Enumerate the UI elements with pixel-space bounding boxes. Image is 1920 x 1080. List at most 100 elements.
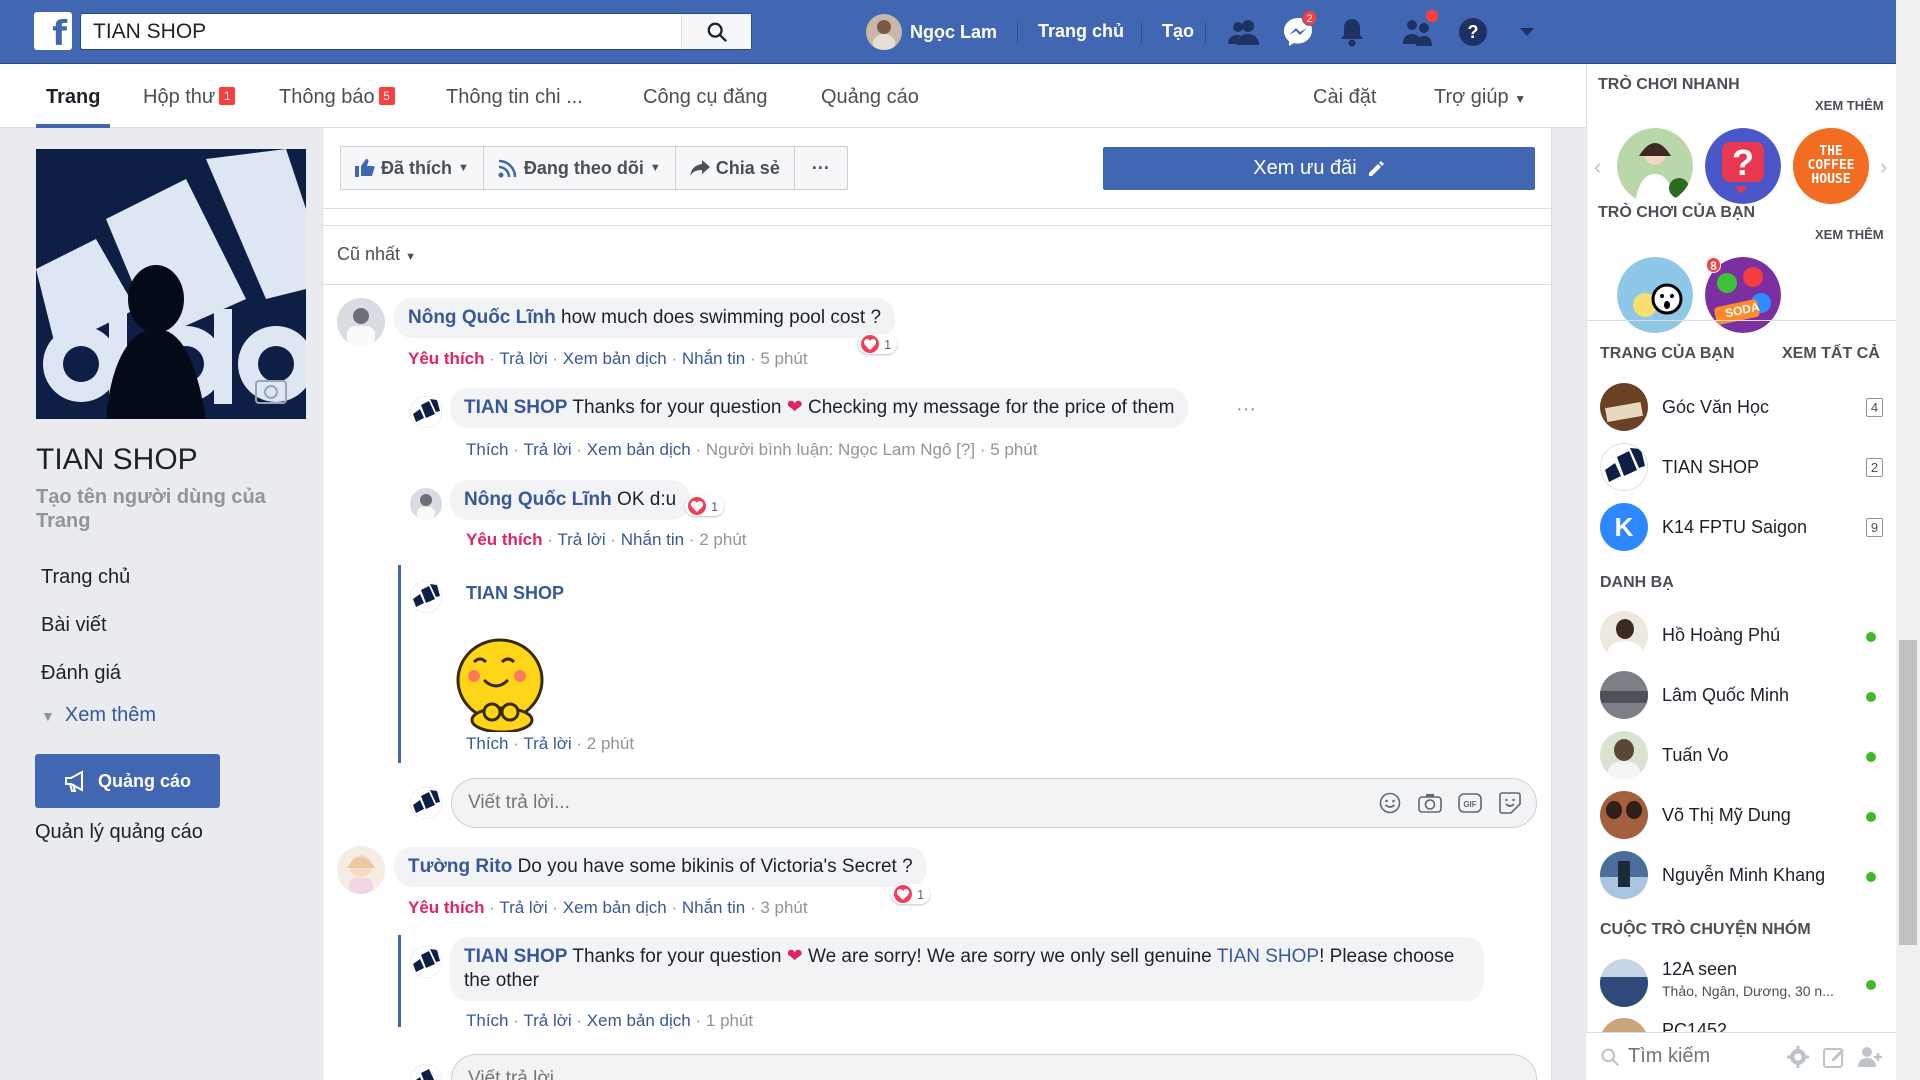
gear-icon[interactable] [1786, 1045, 1810, 1069]
group-chat-item[interactable]: 12A seen Thảo, Ngân, Dương, 30 n... [1600, 959, 1834, 1007]
message-action[interactable]: Nhắn tin [682, 349, 745, 368]
tab-page[interactable]: Trang [36, 64, 111, 128]
share-button[interactable]: Chia sẻ [676, 147, 795, 189]
love-action[interactable]: Yêu thích [466, 530, 543, 549]
contact-item[interactable]: Võ Thị Mỹ Dung [1600, 791, 1791, 839]
contact-item[interactable]: Nguyễn Minh Khang [1600, 851, 1825, 899]
reaction-summary[interactable]: 1 [685, 496, 725, 516]
translate-action[interactable]: Xem bản dịch [563, 898, 667, 917]
see-all-pages-link[interactable]: XEM TẤT CẢ [1782, 345, 1880, 363]
translate-action[interactable]: Xem bản dịch [563, 349, 667, 368]
love-action[interactable]: Yêu thích [408, 898, 485, 917]
tab-help[interactable]: Trợ giúp ▼ [1434, 64, 1526, 128]
contact-item[interactable]: Hồ Hoàng Phú [1600, 611, 1780, 659]
sidebar-page-item[interactable]: TIAN SHOP [1600, 443, 1759, 491]
like-action[interactable]: Thích [466, 440, 509, 459]
game-thumbnail[interactable]: ? [1705, 128, 1781, 204]
reply-action[interactable]: Trả lời [523, 734, 571, 753]
manage-ads-link[interactable]: Quản lý quảng cáo [35, 821, 203, 844]
scrollbar-thumb[interactable] [1899, 640, 1917, 945]
gif-icon[interactable]: GIF [1458, 791, 1482, 815]
emoji-icon[interactable] [1378, 791, 1402, 815]
reply-author-link[interactable]: Nông Quốc Lĩnh [464, 489, 612, 510]
comment-author-link[interactable]: Tường Rito [408, 856, 512, 877]
account-menu-button[interactable] [1509, 14, 1545, 50]
group-chat-item[interactable]: PC1452 [1600, 1018, 1727, 1032]
translate-action[interactable]: Xem bản dịch [587, 1011, 691, 1030]
commenter-avatar[interactable] [410, 488, 442, 520]
message-action[interactable]: Nhắn tin [682, 898, 745, 917]
chat-search-input[interactable] [1628, 1041, 1788, 1071]
comment-author-link[interactable]: Nông Quốc Lĩnh [408, 307, 556, 328]
sticker-icon[interactable] [1498, 791, 1522, 815]
sticker-image[interactable] [452, 632, 552, 734]
search-input[interactable] [81, 14, 681, 49]
reply-timestamp[interactable]: 2 phút [699, 530, 746, 549]
camera-icon[interactable] [1418, 791, 1442, 815]
commenter-avatar[interactable] [337, 846, 385, 894]
reply-action[interactable]: Trả lời [499, 898, 547, 917]
quick-games-see-more[interactable]: XEM THÊM [1815, 98, 1884, 113]
comment-sort-dropdown[interactable]: Cũ nhất ▼ [337, 244, 416, 265]
left-nav-reviews[interactable]: Đánh giá [41, 662, 121, 685]
create-username-link[interactable]: Tạo tên người dùng của Trang [36, 485, 296, 533]
view-offer-button[interactable]: Xem ưu đãi [1103, 147, 1535, 190]
contact-item[interactable]: Tuấn Vo [1600, 731, 1728, 779]
game-thumbnail[interactable] [1617, 257, 1693, 333]
chevron-left-icon[interactable]: ‹ [1594, 154, 1601, 180]
tab-inbox[interactable]: Hộp thư 1 [143, 64, 236, 128]
contact-item[interactable]: Lâm Quốc Minh [1600, 671, 1789, 719]
page-name[interactable]: TIAN SHOP [36, 443, 198, 477]
like-action[interactable]: Thích [466, 1011, 509, 1030]
page-avatar[interactable] [410, 396, 442, 428]
reply-timestamp[interactable]: 1 phút [706, 1011, 753, 1030]
reply-timestamp[interactable]: 5 phút [990, 440, 1037, 459]
sidebar-page-item[interactable]: Góc Văn Học [1600, 383, 1769, 431]
reply-action[interactable]: Trả lời [523, 1011, 571, 1030]
left-nav-posts[interactable]: Bài viết [41, 614, 107, 637]
liked-button[interactable]: Đã thích ▼ [341, 147, 484, 189]
tab-notifications[interactable]: Thông báo 5 [279, 64, 395, 128]
friend-requests-button[interactable] [1226, 14, 1262, 50]
compose-icon[interactable] [1822, 1045, 1846, 1069]
reply-action[interactable]: Trả lời [557, 530, 605, 549]
reply-timestamp[interactable]: 2 phút [587, 734, 634, 753]
love-action[interactable]: Yêu thích [408, 349, 485, 368]
help-link[interactable]: [?] [956, 440, 975, 459]
page-avatar[interactable] [410, 946, 442, 978]
game-thumbnail[interactable] [1617, 128, 1693, 204]
your-games-see-more[interactable]: XEM THÊM [1815, 227, 1884, 242]
notifications-button[interactable] [1334, 14, 1370, 50]
tab-settings[interactable]: Cài đặt [1313, 64, 1376, 128]
reply-author-link[interactable]: TIAN SHOP [464, 397, 567, 418]
following-button[interactable]: Đang theo dõi ▼ [484, 147, 676, 189]
sidebar-page-item[interactable]: K K14 FPTU Saigon [1600, 503, 1807, 551]
tab-ads[interactable]: Quảng cáo [821, 64, 919, 128]
like-action[interactable]: Thích [466, 734, 509, 753]
reply-author-link[interactable]: TIAN SHOP [466, 583, 564, 604]
page-avatar[interactable] [410, 581, 442, 613]
reply-action[interactable]: Trả lời [523, 440, 571, 459]
game-thumbnail[interactable]: THE COFFEE HOUSE [1793, 128, 1869, 204]
reply-input[interactable] [468, 1055, 1268, 1080]
reply-author-link[interactable]: TIAN SHOP [464, 946, 567, 967]
page-mention-link[interactable]: TIAN SHOP [1217, 946, 1319, 967]
help-button[interactable]: ? [1455, 14, 1491, 50]
reaction-summary[interactable]: 1 [858, 334, 898, 354]
search-button[interactable] [681, 14, 751, 49]
promote-button[interactable]: Quảng cáo [35, 754, 220, 808]
translate-action[interactable]: Xem bản dịch [587, 440, 691, 459]
comment-options-icon[interactable]: ··· [1236, 398, 1256, 421]
comment-timestamp[interactable]: 3 phút [760, 898, 807, 917]
home-link[interactable]: Trang chủ [1038, 21, 1124, 42]
messenger-button[interactable]: 2 [1280, 10, 1317, 50]
tab-publishing-tools[interactable]: Công cụ đăng [643, 64, 768, 128]
message-action[interactable]: Nhắn tin [621, 530, 684, 549]
profile-link[interactable]: Ngọc Lam [866, 14, 997, 50]
left-nav-home[interactable]: Trang chủ [41, 566, 130, 589]
pages-feed-button[interactable] [1401, 9, 1439, 50]
more-options-button[interactable]: ··· [795, 147, 847, 189]
tab-insights[interactable]: Thông tin chi ... [446, 64, 583, 128]
comment-timestamp[interactable]: 5 phút [760, 349, 807, 368]
left-nav-see-more[interactable]: ▼ Xem thêm [41, 704, 156, 727]
